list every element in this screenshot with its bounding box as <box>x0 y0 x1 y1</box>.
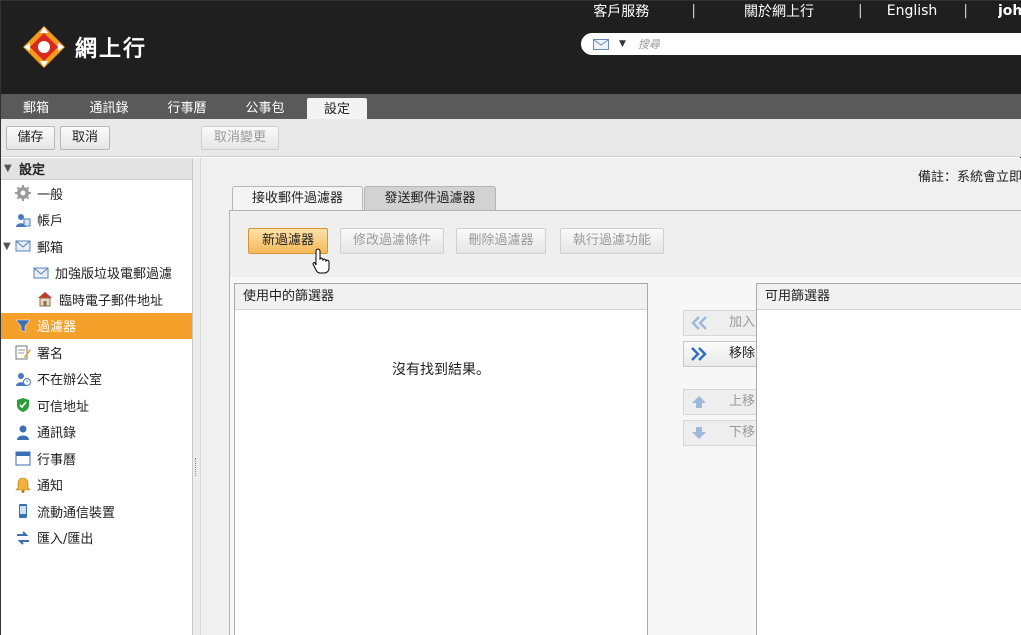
sidebar-item-label: 臨時電子郵件地址 <box>59 293 164 309</box>
tab-outgoing-filters[interactable]: 發送郵件過濾器 <box>364 186 496 211</box>
logo[interactable]: 網上行 <box>21 24 147 70</box>
separator: | <box>963 3 968 19</box>
sidebar-item-label: 一般 <box>37 187 64 203</box>
sidebar-item-label: 郵箱 <box>37 240 64 256</box>
house-icon <box>38 292 52 307</box>
sidebar-item-spam-filter[interactable]: 加強版垃圾電郵過濾 <box>1 260 192 287</box>
sidebar-item-label: 可信地址 <box>37 399 90 415</box>
sidebar-splitter[interactable] <box>193 158 201 635</box>
main-content: 備註：系統會立即 接收郵件過濾器 發送郵件過濾器 新過濾器 修改過濾條件 刪除過… <box>201 158 1021 635</box>
remove-label: 移除 <box>729 346 756 361</box>
logo-text: 網上行 <box>75 37 148 62</box>
search-box[interactable]: ▼ 搜尋 <box>581 33 1021 55</box>
run-filter-button[interactable]: 執行過濾功能 <box>560 228 664 254</box>
bell-icon <box>15 477 31 493</box>
tab-briefcase[interactable]: 公事包 <box>235 99 295 119</box>
mail-icon <box>15 240 31 252</box>
sidebar-item-label: 行事曆 <box>37 452 77 468</box>
link-about[interactable]: 關於網上行 <box>744 1 814 21</box>
collapse-triangle-icon[interactable]: ▼ <box>1 163 15 174</box>
tab-settings[interactable]: 設定 <box>307 98 367 120</box>
move-down-label: 下移 <box>729 425 756 440</box>
tab-calendar[interactable]: 行事曆 <box>157 99 217 119</box>
sidebar-item-account[interactable]: 帳戶 <box>1 207 192 234</box>
cancel-button[interactable]: 取消 <box>60 126 110 150</box>
tab-mailbox[interactable]: 郵箱 <box>7 99 65 119</box>
double-left-arrow-icon <box>691 316 707 330</box>
up-arrow-icon <box>692 396 706 408</box>
note-text: 備註：系統會立即 <box>917 170 1021 185</box>
tab-contacts[interactable]: 通訊錄 <box>79 99 139 119</box>
top-links: 客戶服務 | 關於網上行 | English | john <box>593 2 1021 20</box>
sidebar-item-calendar[interactable]: 行事曆 <box>1 445 192 472</box>
expand-triangle-icon[interactable]: ▼ <box>3 241 15 252</box>
revert-changes-button[interactable]: 取消變更 <box>201 126 279 150</box>
sidebar-item-trusted-addresses[interactable]: 可信地址 <box>1 392 192 419</box>
out-of-office-icon <box>16 372 31 386</box>
available-filters-box: 可用篩選器 <box>756 283 1021 635</box>
calendar-icon <box>15 451 31 466</box>
sidebar-item-label: 不在辦公室 <box>37 373 103 389</box>
sidebar-item-label: 帳戶 <box>37 214 64 230</box>
sidebar-item-label: 過濾器 <box>37 320 77 336</box>
empty-results-text: 沒有找到結果。 <box>392 362 490 378</box>
sidebar-item-signature[interactable]: 署名 <box>1 339 192 366</box>
sidebar-item-mobile[interactable]: 流動通信裝置 <box>1 498 192 525</box>
sidebar-item-notifications[interactable]: 通知 <box>1 472 192 499</box>
app-header: 網上行 客戶服務 | 關於網上行 | English | john ▼ 搜尋 <box>1 1 1021 94</box>
down-arrow-icon <box>692 427 706 439</box>
active-filters-box: 使用中的篩選器 沒有找到結果。 <box>234 283 648 635</box>
settings-sidebar: ▼ 設定 一般 帳戶 ▼ 郵箱 加強版垃圾電郵過濾 臨時電子郵件地址 過濾器 署… <box>1 158 193 635</box>
sidebar-item-mailbox[interactable]: ▼ 郵箱 <box>1 233 192 260</box>
delete-filter-button[interactable]: 刪除過濾器 <box>456 228 546 254</box>
sidebar-item-out-of-office[interactable]: 不在辦公室 <box>1 366 192 393</box>
sidebar-item-general[interactable]: 一般 <box>1 180 192 207</box>
filter-icon <box>15 319 31 333</box>
add-label: 加入 <box>729 315 756 330</box>
contact-icon <box>17 425 29 440</box>
chevron-down-icon[interactable]: ▼ <box>619 39 626 49</box>
sidebar-header[interactable]: ▼ 設定 <box>1 158 192 180</box>
sidebar-item-label: 署名 <box>37 346 64 362</box>
toolbar: 儲存 取消 取消變更 <box>1 119 1021 157</box>
search-input[interactable]: 搜尋 <box>638 36 660 52</box>
active-filters-title: 使用中的篩選器 <box>235 284 647 310</box>
double-right-arrow-icon <box>691 347 707 361</box>
sidebar-item-label: 通訊錄 <box>37 426 77 442</box>
save-button[interactable]: 儲存 <box>6 126 55 150</box>
sidebar-item-label: 加強版垃圾電郵過濾 <box>55 267 173 283</box>
logo-icon <box>23 26 65 68</box>
shield-check-icon <box>17 398 29 413</box>
signature-icon <box>15 345 31 360</box>
link-customer-service[interactable]: 客戶服務 <box>593 1 649 21</box>
sidebar-item-label: 通知 <box>37 479 64 495</box>
separator: | <box>858 3 863 19</box>
account-icon <box>16 213 31 227</box>
gear-icon <box>15 185 31 202</box>
sidebar-item-temp-email[interactable]: 臨時電子郵件地址 <box>1 286 192 313</box>
mail-icon <box>33 267 49 279</box>
filter-actions-bar: 新過濾器 修改過濾條件 刪除過濾器 執行過濾功能 <box>230 211 1021 277</box>
main-tabs: 郵箱 通訊錄 行事曆 公事包 設定 <box>1 94 1021 120</box>
link-english[interactable]: English <box>887 3 938 19</box>
user-name[interactable]: john <box>998 3 1021 19</box>
import-export-icon <box>17 531 29 545</box>
sidebar-item-label: 流動通信裝置 <box>37 505 116 521</box>
tab-incoming-filters[interactable]: 接收郵件過濾器 <box>232 186 363 211</box>
sidebar-item-import-export[interactable]: 匯入/匯出 <box>1 525 192 552</box>
edit-filter-button[interactable]: 修改過濾條件 <box>340 228 444 254</box>
move-up-label: 上移 <box>729 394 756 409</box>
sidebar-item-contacts[interactable]: 通訊錄 <box>1 419 192 446</box>
sidebar-title: 設定 <box>19 163 46 178</box>
sidebar-item-label: 匯入/匯出 <box>37 532 94 548</box>
sidebar-item-filters[interactable]: 過濾器 <box>1 312 192 339</box>
separator: | <box>691 3 696 19</box>
mail-icon[interactable] <box>593 38 609 50</box>
filter-panel: 新過濾器 修改過濾條件 刪除過濾器 執行過濾功能 使用中的篩選器 沒有找到結果。… <box>229 210 1021 635</box>
available-filters-title: 可用篩選器 <box>757 284 1021 310</box>
hand-cursor-icon <box>312 248 330 274</box>
mobile-icon <box>19 504 27 519</box>
splitter-grip[interactable] <box>195 458 198 476</box>
